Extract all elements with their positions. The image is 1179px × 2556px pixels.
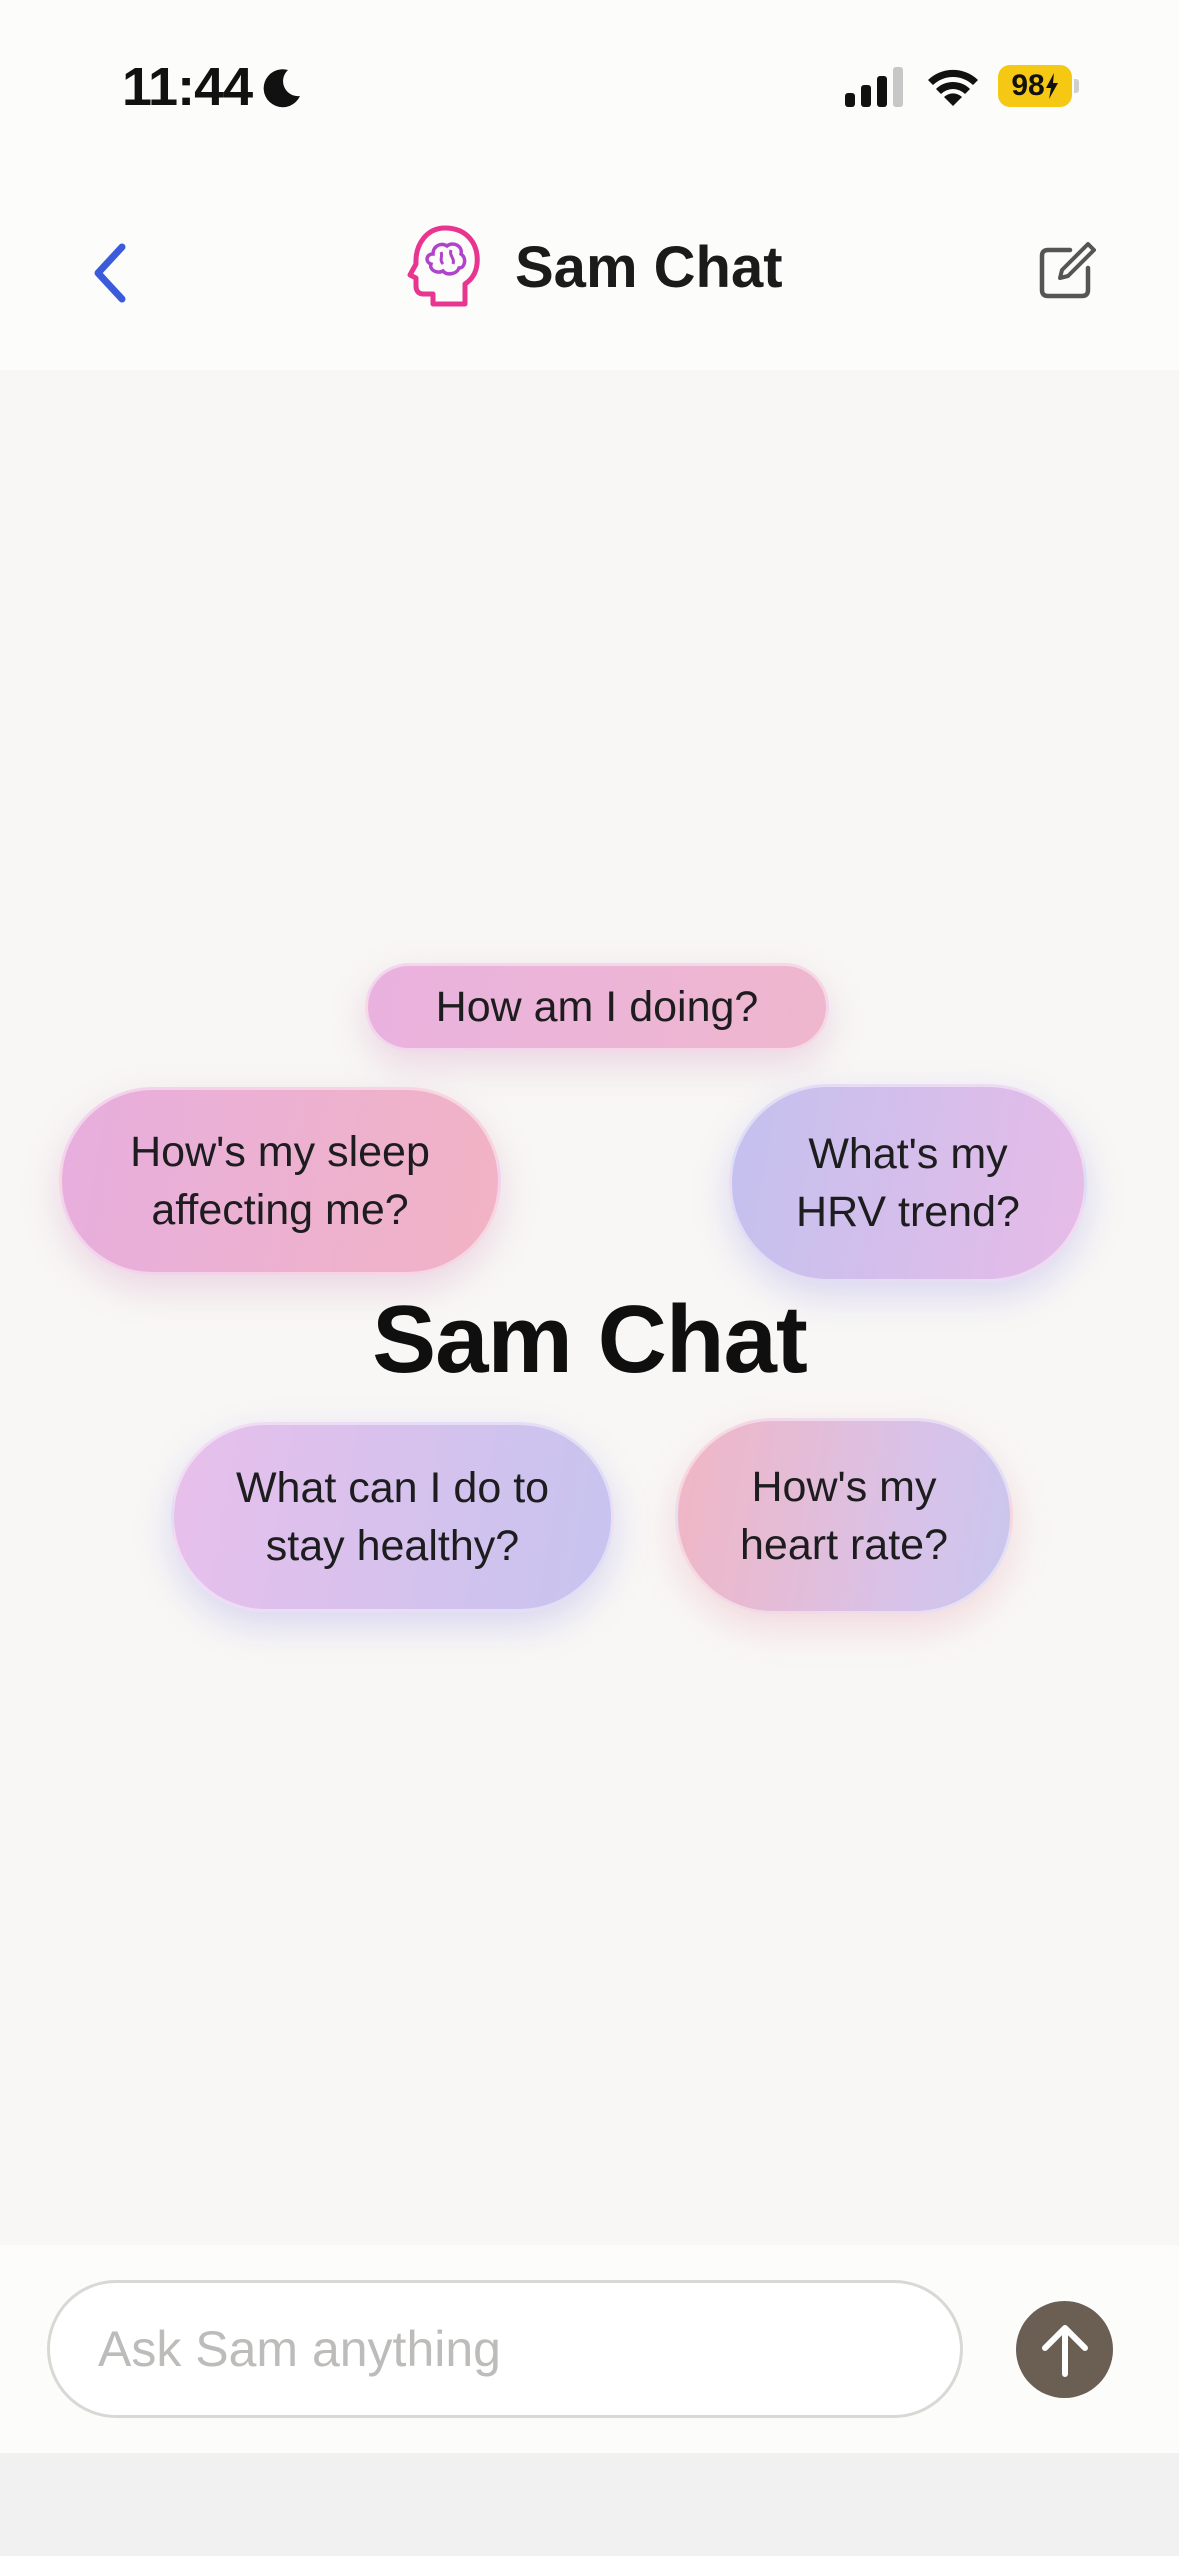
nav-bar: Sam Chat xyxy=(0,175,1179,370)
suggestion-label: How's my heart rate? xyxy=(740,1458,948,1574)
suggestion-label: What's my HRV trend? xyxy=(796,1125,1020,1241)
screen: 11:44 98 Sam Chat How am I doing? How's … xyxy=(0,0,1179,2556)
battery-percent: 98 xyxy=(1011,69,1045,102)
suggestion-label: How's my sleep affecting me? xyxy=(130,1123,430,1239)
suggestion-line-2: HRV trend? xyxy=(796,1188,1020,1236)
suggestion-line-1: What's my xyxy=(808,1130,1008,1178)
input-bar xyxy=(0,2245,1179,2453)
brain-head-icon xyxy=(407,225,480,307)
signal-icon xyxy=(845,67,903,107)
suggestion-line-1: What can I do to xyxy=(235,1464,550,1512)
suggestion-label: How am I doing? xyxy=(435,983,759,1031)
battery-cap xyxy=(1074,79,1079,93)
chevron-left-icon xyxy=(94,243,126,303)
compose-icon xyxy=(1039,247,1091,299)
suggestion-line-2: stay healthy? xyxy=(265,1522,520,1570)
chat-main-area: How am I doing? How's my sleep affecting… xyxy=(0,370,1179,2245)
suggestion-hrv[interactable]: What's my HRV trend? xyxy=(729,1084,1087,1282)
message-input[interactable] xyxy=(47,2280,963,2418)
suggestion-line-2: affecting me? xyxy=(151,1186,409,1234)
suggestion-line-1: How's my sleep xyxy=(130,1128,430,1176)
nav-title-group: Sam Chat xyxy=(405,222,783,312)
suggestion-line-1: How's my xyxy=(751,1463,937,1511)
compose-button[interactable] xyxy=(1036,242,1096,302)
suggestion-how-am-i-doing[interactable]: How am I doing? xyxy=(365,963,829,1051)
send-button[interactable] xyxy=(1016,2301,1113,2398)
back-button[interactable] xyxy=(84,233,144,313)
charging-bolt-icon xyxy=(1045,73,1058,99)
battery-icon: 98 xyxy=(998,65,1079,107)
hero-title: Sam Chat xyxy=(372,1286,808,1393)
suggestion-label: What can I do to stay healthy? xyxy=(236,1459,549,1575)
status-time: 11:44 xyxy=(122,57,253,117)
suggestion-line-2: heart rate? xyxy=(740,1521,948,1569)
suggestion-sleep[interactable]: How's my sleep affecting me? xyxy=(59,1087,501,1275)
keyboard-safe-area xyxy=(0,2453,1179,2556)
suggestion-healthy[interactable]: What can I do to stay healthy? xyxy=(171,1422,614,1612)
suggestion-heart-rate[interactable]: How's my heart rate? xyxy=(675,1418,1013,1614)
arrow-up-icon xyxy=(1041,2324,1088,2377)
wifi-icon xyxy=(928,69,978,106)
battery-level: 98 xyxy=(998,65,1072,107)
moon-icon xyxy=(263,69,300,108)
nav-title: Sam Chat xyxy=(515,234,783,300)
status-bar: 11:44 98 xyxy=(0,0,1179,175)
